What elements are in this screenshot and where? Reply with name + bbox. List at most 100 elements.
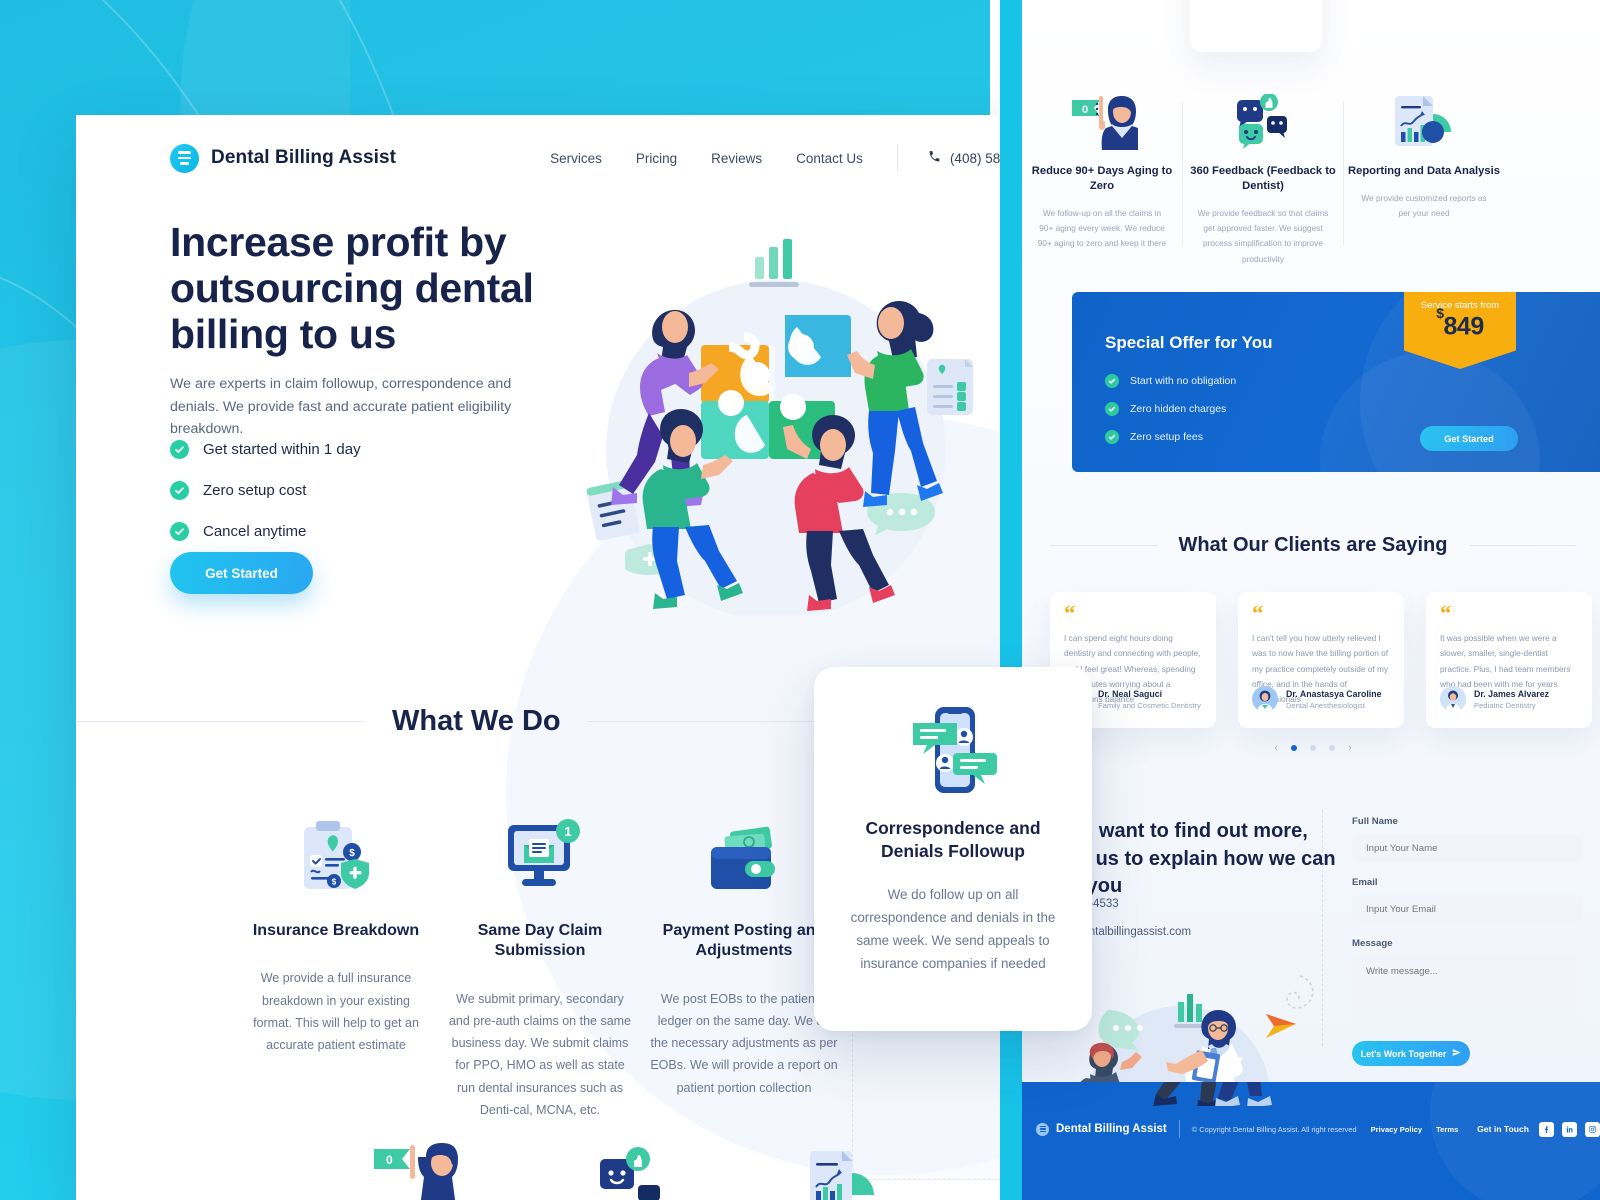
- nav-link-reviews[interactable]: Reviews: [711, 151, 762, 166]
- check-icon: [170, 481, 189, 500]
- features-row: 0 Reduce 90+ Days Aging to Zero We follo…: [1022, 92, 1600, 267]
- hamburger-circle-logo-icon: [1036, 1122, 1049, 1136]
- hero-get-started-button[interactable]: Get Started: [170, 552, 313, 594]
- brand-name: Dental Billing Assist: [211, 147, 397, 168]
- footer-link-privacy-policy[interactable]: Privacy Policy: [1371, 1125, 1423, 1134]
- check-icon: [1105, 374, 1119, 388]
- testimonial-role: Dental Anesthesiologist: [1286, 700, 1365, 710]
- testimonial-card[interactable]: “ I can't tell you how utterly relieved …: [1238, 592, 1404, 728]
- offer-currency: $: [1436, 305, 1444, 321]
- facebook-icon[interactable]: [1539, 1121, 1554, 1137]
- hamburger-circle-logo-icon: [170, 143, 199, 173]
- hero-bullet-label: Cancel anytime: [203, 523, 307, 540]
- hero-bullet: Get started within 1 day: [170, 440, 361, 459]
- footer-decor-circle: [1430, 1082, 1600, 1200]
- hero-bullet-label: Zero setup cost: [203, 482, 307, 499]
- footer-social-group: Get in Touch: [1477, 1121, 1600, 1137]
- insurance-clipboard-shield-icon: $ $: [234, 805, 438, 897]
- hero-bullet: Cancel anytime: [170, 522, 361, 541]
- service-card-body: We submit primary, secondary and pre-aut…: [448, 991, 632, 1117]
- feature-reporting-analysis[interactable]: Reporting and Data Analysis We provide c…: [1344, 92, 1504, 267]
- footer-link-terms[interactable]: Terms: [1436, 1125, 1458, 1134]
- pagination-dot-3[interactable]: [1329, 745, 1335, 751]
- service-card-body: We do follow up on all correspondence an…: [850, 886, 1056, 971]
- nav-link-services[interactable]: Services: [550, 151, 602, 166]
- screenshot-stage: Dental Billing Assist Services Pricing R…: [0, 0, 1600, 1200]
- phone-chat-bubbles-icon: [840, 703, 1066, 795]
- site-footer: Dental Billing Assist © Copyright Dental…: [1022, 1082, 1600, 1200]
- contact-form: Full Name Email Message Let's Work Toget…: [1352, 816, 1582, 1066]
- quote-mark-icon: “: [1440, 601, 1452, 626]
- chevron-left-icon[interactable]: ‹: [1274, 742, 1278, 754]
- chevron-right-icon[interactable]: ›: [1348, 742, 1352, 754]
- email-input[interactable]: [1352, 895, 1582, 923]
- service-card-same-day-claim[interactable]: 1 Same Day Claim Submission We submit pr…: [438, 805, 642, 1121]
- monitor-envelope-claim-icon: 1: [438, 805, 642, 897]
- quote-mark-icon: “: [1064, 601, 1076, 626]
- svg-text:0: 0: [386, 1153, 393, 1167]
- walking-people-illustration: [1140, 1082, 1320, 1108]
- hero-heading: Increase profit by outsourcing dental bi…: [170, 219, 534, 357]
- nav-links: Services Pricing Reviews Contact Us: [550, 151, 863, 166]
- offer-bullet: Zero setup fees: [1105, 430, 1236, 444]
- offer-bullet-label: Zero setup fees: [1130, 431, 1203, 443]
- svg-text:$: $: [332, 878, 337, 887]
- footer-divider: [1178, 1120, 1180, 1138]
- top-navigation: Dental Billing Assist Services Pricing R…: [76, 115, 1056, 201]
- offer-get-started-button[interactable]: Get Started: [1420, 426, 1518, 451]
- instagram-icon[interactable]: [1585, 1121, 1600, 1137]
- offer-amount: 849: [1443, 312, 1485, 341]
- check-icon: [1105, 430, 1119, 444]
- nav-link-pricing[interactable]: Pricing: [636, 151, 677, 166]
- testimonial-role: Pediatric Dentistry: [1474, 700, 1536, 710]
- pagination-dot-1[interactable]: [1291, 745, 1297, 751]
- offer-bullet: Zero hidden charges: [1105, 402, 1236, 416]
- pagination-dot-2[interactable]: [1310, 745, 1316, 751]
- full-name-input[interactable]: [1352, 834, 1582, 862]
- feature-body: We provide customized reports as per you…: [1361, 192, 1487, 219]
- service-card-correspondence-denials[interactable]: Correspondence and Denials Followup We d…: [814, 667, 1092, 1031]
- testimonial-author: Dr. James Alvarez Pediatric Dentistry: [1440, 686, 1549, 712]
- hero-bullet-label: Get started within 1 day: [203, 441, 361, 458]
- divider-line: [1469, 545, 1577, 546]
- nav-divider: [896, 144, 898, 172]
- nav-link-contact-us[interactable]: Contact Us: [796, 151, 863, 166]
- chat-thumbsup-icon: [1183, 92, 1343, 150]
- phone-icon: [928, 150, 941, 166]
- testimonials-header: What Our Clients are Saying: [1050, 534, 1577, 557]
- avatar: [1252, 686, 1278, 712]
- offer-bullet-label: Start with no obligation: [1130, 375, 1237, 387]
- feature-360-feedback[interactable]: 360 Feedback (Feedback to Dentist) We pr…: [1183, 92, 1343, 267]
- testimonials-title: What Our Clients are Saying: [1178, 534, 1448, 556]
- full-name-label: Full Name: [1352, 816, 1398, 827]
- offer-title: Special Offer for You: [1105, 333, 1273, 352]
- message-input[interactable]: [1352, 956, 1582, 1020]
- testimonial-name: Dr. James Alvarez: [1474, 688, 1549, 699]
- hero-bullet: Zero setup cost: [170, 481, 361, 500]
- service-card-title: Same Day Claim Submission: [477, 922, 603, 960]
- message-label: Message: [1352, 938, 1393, 949]
- footer-brand-name: Dental Billing Assist: [1056, 1123, 1167, 1135]
- feature-body: We provide feedback so that claims get a…: [1197, 207, 1329, 264]
- offer-badge-price: $849: [1404, 305, 1516, 341]
- lets-work-together-button[interactable]: Let's Work Together: [1352, 1041, 1470, 1066]
- feature-title: Reporting and Data Analysis: [1348, 165, 1500, 177]
- linkedin-icon[interactable]: [1562, 1121, 1577, 1137]
- contact-section: If you want to find out more, allow us t…: [1022, 796, 1600, 1138]
- service-card-insurance-breakdown[interactable]: $ $ Insurance Breakdown We provide a ful…: [234, 805, 438, 1121]
- testimonial-name: Dr. Neal Saguci: [1098, 688, 1163, 699]
- submit-label: Let's Work Together: [1360, 1048, 1447, 1059]
- offer-bullet: Start with no obligation: [1105, 374, 1236, 388]
- service-card-title: Insurance Breakdown: [252, 922, 420, 939]
- testimonial-card[interactable]: “ It was possible when we were a slower,…: [1426, 592, 1592, 728]
- brand-logo[interactable]: Dental Billing Assist: [170, 143, 397, 173]
- hero-subheading: We are experts in claim followup, corres…: [170, 376, 512, 438]
- testimonial-name: Dr. Anastasya Caroline: [1286, 688, 1382, 699]
- testimonials-pagination: ‹ ›: [1050, 742, 1576, 754]
- offer-bullet-label: Zero hidden charges: [1130, 403, 1227, 415]
- footer-brand[interactable]: Dental Billing Assist: [1036, 1122, 1167, 1136]
- feature-reduce-aging[interactable]: 0 Reduce 90+ Days Aging to Zero We follo…: [1022, 92, 1182, 267]
- divider-line: [1050, 545, 1157, 546]
- email-label: Email: [1352, 877, 1378, 888]
- special-offer-banner: Special Offer for You Start with no obli…: [1072, 292, 1600, 472]
